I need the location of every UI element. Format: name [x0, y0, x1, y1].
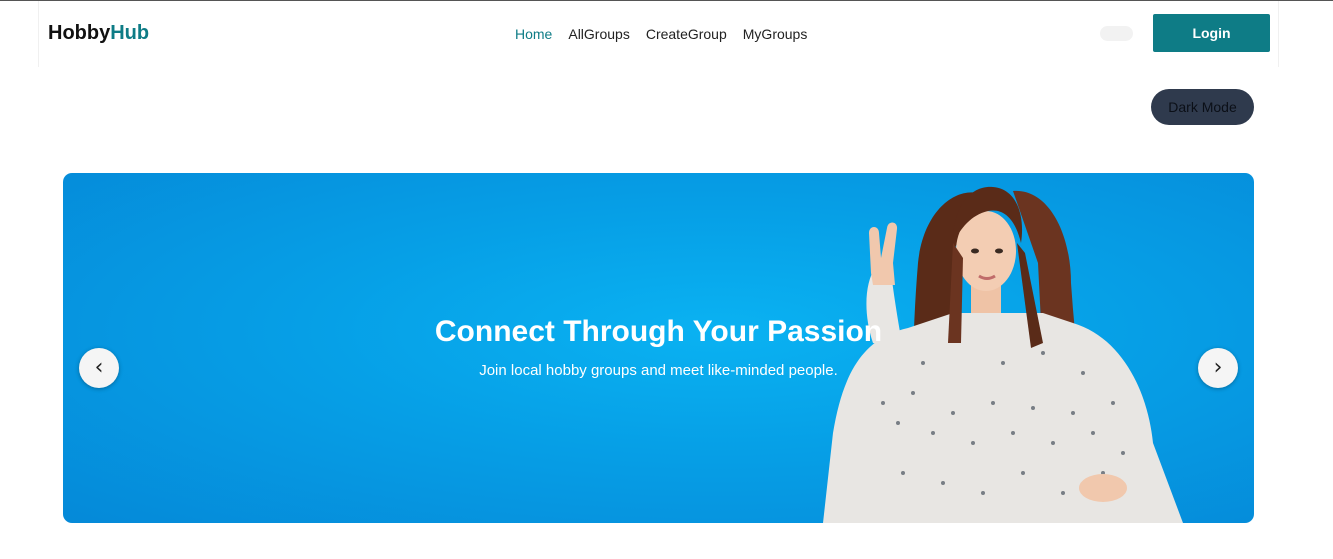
theme-toggle[interactable]: [1100, 26, 1133, 41]
nav-link-creategroup[interactable]: CreateGroup: [646, 26, 727, 42]
brand-logo[interactable]: HobbyHub: [48, 22, 149, 45]
navbar: HobbyHub Home AllGroups CreateGroup MyGr…: [38, 1, 1279, 67]
nav-link-home[interactable]: Home: [515, 26, 552, 42]
carousel-next-button[interactable]: ›: [1198, 348, 1238, 388]
chevron-right-icon: ›: [1213, 355, 1223, 380]
nav-links: Home AllGroups CreateGroup MyGroups: [515, 26, 807, 42]
hero-title: Connect Through Your Passion: [434, 315, 883, 348]
nav-link-allgroups[interactable]: AllGroups: [568, 26, 629, 42]
hero-subtitle: Join local hobby groups and meet like-mi…: [479, 362, 838, 379]
nav-link-mygroups[interactable]: MyGroups: [743, 26, 808, 42]
brand-name-part2: Hub: [110, 22, 150, 44]
brand-name-part1: Hobby: [48, 22, 111, 44]
dark-mode-button[interactable]: Dark Mode: [1151, 89, 1254, 125]
login-button[interactable]: Login: [1153, 14, 1270, 52]
carousel-prev-button[interactable]: ‹: [79, 348, 119, 388]
hero-carousel: Connect Through Your Passion Join local …: [63, 173, 1254, 523]
chevron-left-icon: ‹: [94, 355, 104, 380]
